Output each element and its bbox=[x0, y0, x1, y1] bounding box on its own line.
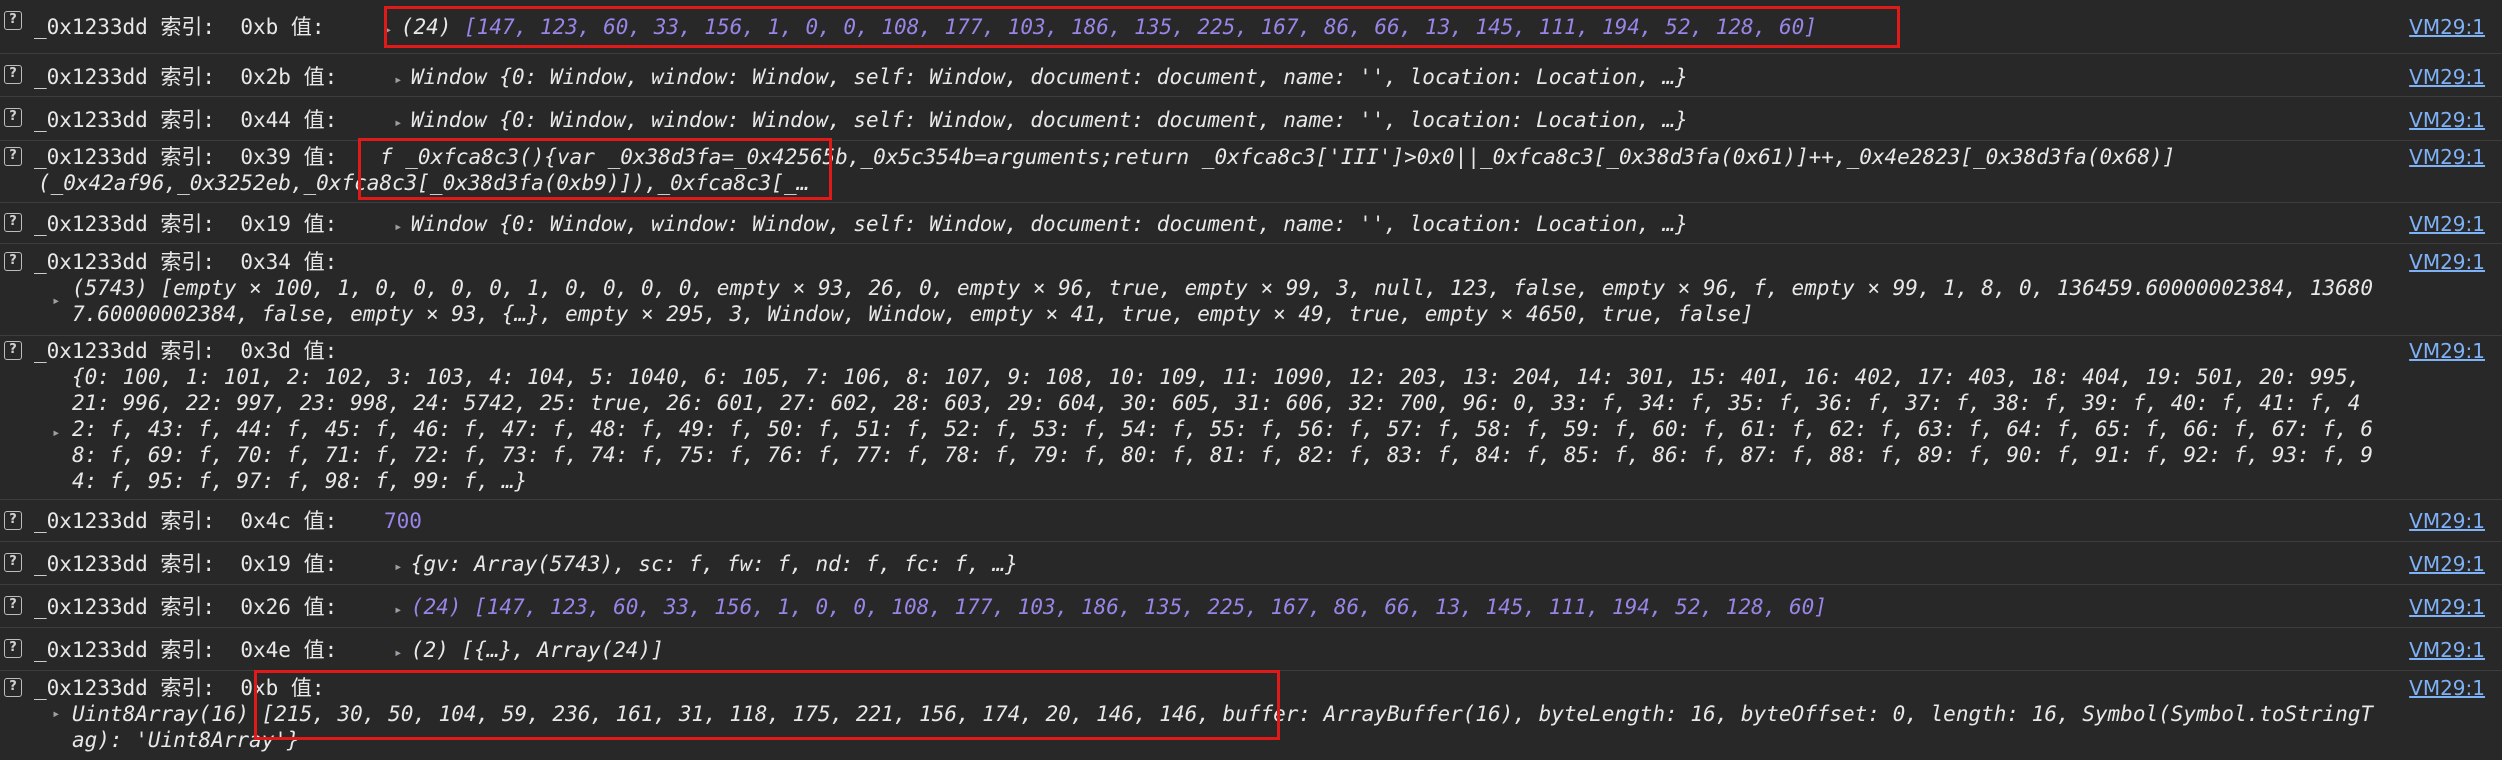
console-row[interactable]: ? _0x1233dd 索引: 0x2b 值: ▸ Window {0: Win… bbox=[0, 54, 2502, 97]
row-prefix: _0x1233dd 索引: 0x39 值: bbox=[34, 145, 338, 169]
help-badge-icon: ? bbox=[4, 108, 22, 127]
expand-triangle-icon[interactable]: ▸ bbox=[384, 22, 401, 38]
help-badge-icon: ? bbox=[4, 65, 22, 84]
expand-triangle-icon[interactable]: ▸ bbox=[52, 420, 60, 446]
source-link[interactable]: VM29:1 bbox=[2409, 64, 2485, 90]
help-badge-icon: ? bbox=[4, 11, 22, 30]
source-link[interactable]: VM29:1 bbox=[2409, 249, 2485, 275]
row-value-line2: ag): 'Uint8Array'} bbox=[72, 728, 300, 752]
source-link[interactable]: VM29:1 bbox=[2409, 594, 2485, 620]
expand-triangle-icon[interactable]: ▸ bbox=[394, 645, 411, 661]
expand-triangle-icon[interactable]: ▸ bbox=[394, 115, 411, 131]
row-value-line4: 8: f, 69: f, 70: f, 71: f, 72: f, 73: f,… bbox=[72, 443, 2374, 467]
console-row[interactable]: ? _0x1233dd 索引: 0x4e 值: ▸ (2) [{…}, Arra… bbox=[0, 628, 2502, 671]
row-value-line1: Uint8Array(16) [215, 30, 50, 104, 59, 23… bbox=[72, 702, 2374, 726]
row-value-line1: (5743) [empty × 100, 1, 0, 0, 0, 0, 1, 0… bbox=[72, 276, 2374, 300]
row-prefix: _0x1233dd 索引: 0x26 值: bbox=[34, 595, 338, 619]
row-value-line2: (_0x42af96,_0x3252eb,_0xfca8c3[_0x38d3fa… bbox=[38, 171, 810, 195]
row-value[interactable]: ▸ Window {0: Window, window: Window, sel… bbox=[394, 211, 1688, 240]
devtools-console: ? _0x1233dd 索引: 0xb 值: ▸ (24) [147, 123,… bbox=[0, 0, 2502, 760]
source-link[interactable]: VM29:1 bbox=[2409, 637, 2485, 663]
expand-triangle-icon[interactable]: ▸ bbox=[52, 701, 60, 727]
row-value[interactable]: ▸ (24) [147, 123, 60, 33, 156, 1, 0, 0, … bbox=[394, 594, 1827, 623]
console-row[interactable]: ? _0x1233dd 索引: 0x3d 值: ▸ {0: 100, 1: 10… bbox=[0, 336, 2502, 500]
row-value-line2: 21: 996, 22: 997, 23: 998, 24: 5742, 25:… bbox=[72, 391, 2361, 415]
row-value[interactable]: ▸ {gv: Array(5743), sc: f, fw: f, nd: f,… bbox=[394, 551, 1018, 580]
expand-triangle-icon[interactable]: ▸ bbox=[394, 559, 411, 575]
row-value[interactable]: ▸ (24) [147, 123, 60, 33, 156, 1, 0, 0, … bbox=[384, 14, 1817, 43]
row-prefix: _0x1233dd 索引: 0x4e 值: bbox=[34, 638, 338, 662]
row-prefix: _0x1233dd 索引: 0xb 值: bbox=[34, 676, 325, 700]
console-row[interactable]: ? _0x1233dd 索引: 0xb 值: ▸ Uint8Array(16) … bbox=[0, 671, 2502, 760]
source-link[interactable]: VM29:1 bbox=[2409, 675, 2485, 701]
row-value-line1: f _0xfca8c3(){var _0x38d3fa=_0x42565b,_0… bbox=[380, 145, 2176, 169]
help-badge-icon: ? bbox=[4, 553, 22, 572]
console-row[interactable]: ? _0x1233dd 索引: 0x19 值: ▸ {gv: Array(574… bbox=[0, 542, 2502, 585]
help-badge-icon: ? bbox=[4, 341, 22, 360]
expand-triangle-icon[interactable]: ▸ bbox=[394, 72, 411, 88]
help-badge-icon: ? bbox=[4, 147, 22, 166]
row-prefix: _0x1233dd 索引: 0x3d 值: bbox=[34, 339, 338, 363]
row-value[interactable]: ▸ Window {0: Window, window: Window, sel… bbox=[394, 107, 1688, 136]
source-link[interactable]: VM29:1 bbox=[2409, 338, 2485, 364]
help-badge-icon: ? bbox=[4, 252, 22, 271]
row-prefix: _0x1233dd 索引: 0x44 值: bbox=[34, 108, 338, 132]
row-prefix: _0x1233dd 索引: 0x2b 值: bbox=[34, 65, 338, 89]
console-row[interactable]: ? _0x1233dd 索引: 0x44 值: ▸ Window {0: Win… bbox=[0, 97, 2502, 141]
console-row[interactable]: ? _0x1233dd 索引: 0xb 值: ▸ (24) [147, 123,… bbox=[0, 0, 2502, 54]
source-link[interactable]: VM29:1 bbox=[2409, 107, 2485, 133]
expand-triangle-icon[interactable]: ▸ bbox=[52, 288, 60, 314]
help-badge-icon: ? bbox=[4, 596, 22, 615]
expand-triangle-icon[interactable]: ▸ bbox=[394, 219, 411, 235]
source-link[interactable]: VM29:1 bbox=[2409, 211, 2485, 237]
source-link[interactable]: VM29:1 bbox=[2409, 144, 2485, 170]
console-row[interactable]: ? _0x1233dd 索引: 0x19 值: ▸ Window {0: Win… bbox=[0, 203, 2502, 244]
help-badge-icon: ? bbox=[4, 678, 22, 697]
source-link[interactable]: VM29:1 bbox=[2409, 551, 2485, 577]
row-prefix: _0x1233dd 索引: 0x19 值: bbox=[34, 552, 338, 576]
row-value[interactable]: ▸ (2) [{…}, Array(24)] bbox=[394, 637, 664, 666]
console-row[interactable]: ? _0x1233dd 索引: 0x26 值: ▸ (24) [147, 123… bbox=[0, 585, 2502, 628]
row-prefix: _0x1233dd 索引: 0x19 值: bbox=[34, 212, 338, 236]
row-value-line1: {0: 100, 1: 101, 2: 102, 3: 103, 4: 104,… bbox=[72, 365, 2361, 389]
console-row[interactable]: ? _0x1233dd 索引: 0x34 值: ▸ (5743) [empty … bbox=[0, 244, 2502, 336]
row-prefix: _0x1233dd 索引: 0xb 值: bbox=[34, 15, 325, 39]
console-row[interactable]: ? _0x1233dd 索引: 0x4c 值: 700 VM29:1 bbox=[0, 500, 2502, 542]
source-link[interactable]: VM29:1 bbox=[2409, 14, 2485, 40]
row-value-line2: 7.60000002384, false, empty × 93, {…}, e… bbox=[72, 302, 1754, 326]
help-badge-icon: ? bbox=[4, 511, 22, 530]
console-row[interactable]: ? _0x1233dd 索引: 0x39 值: f _0xfca8c3(){va… bbox=[0, 141, 2502, 203]
row-prefix: _0x1233dd 索引: 0x34 值: bbox=[34, 250, 338, 274]
row-value-line3: 2: f, 43: f, 44: f, 45: f, 46: f, 47: f,… bbox=[72, 417, 2374, 441]
row-value: 700 bbox=[384, 509, 422, 533]
source-link[interactable]: VM29:1 bbox=[2409, 508, 2485, 534]
expand-triangle-icon[interactable]: ▸ bbox=[394, 602, 411, 618]
row-value-line5: 4: f, 95: f, 97: f, 98: f, 99: f, …} bbox=[72, 469, 528, 493]
row-prefix: _0x1233dd 索引: 0x4c 值: bbox=[34, 509, 338, 533]
help-badge-icon: ? bbox=[4, 639, 22, 658]
help-badge-icon: ? bbox=[4, 213, 22, 232]
row-value[interactable]: ▸ Window {0: Window, window: Window, sel… bbox=[394, 64, 1688, 93]
